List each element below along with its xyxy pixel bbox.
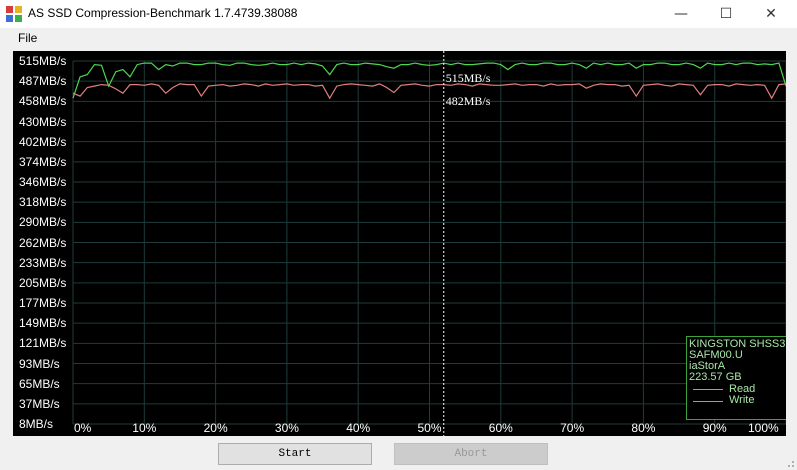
y-tick-label: 487MB/s <box>19 74 67 89</box>
drive-size: 223.57 GB <box>689 371 742 383</box>
title-bar: AS SSD Compression-Benchmark 1.7.4739.38… <box>0 0 797 28</box>
y-tick-label: 149MB/s <box>19 316 67 331</box>
minimize-icon[interactable]: — <box>658 0 704 28</box>
close-icon[interactable]: ✕ <box>748 0 794 28</box>
y-tick-label: 262MB/s <box>19 235 67 250</box>
app-icon <box>6 6 22 22</box>
y-tick-label: 290MB/s <box>19 215 67 230</box>
menu-bar: File <box>0 28 797 50</box>
y-tick-label: 93MB/s <box>19 356 60 371</box>
x-tick-label: 50% <box>417 421 442 435</box>
y-tick-label: 458MB/s <box>19 94 67 109</box>
benchmark-chart: 515MB/s 487MB/s 458MB/s 430MB/s 402MB/s 374MB… <box>13 51 786 436</box>
y-tick-label: 318MB/s <box>19 195 67 210</box>
y-tick-label: 8MB/s <box>19 417 54 431</box>
y-tick-label: 37MB/s <box>19 396 60 411</box>
y-tick-label: 177MB/s <box>19 296 67 310</box>
x-tick-label: 20% <box>203 421 228 435</box>
maximize-icon[interactable]: ☐ <box>703 0 749 28</box>
abort-button[interactable]: Abort <box>394 443 548 465</box>
legend-write-swatch <box>693 401 723 402</box>
legend-read-swatch <box>693 389 723 390</box>
legend-write-label: Write <box>729 394 755 406</box>
start-button[interactable]: Start <box>218 443 372 465</box>
y-tick-label: 65MB/s <box>19 376 60 391</box>
y-tick-label: 346MB/s <box>19 175 67 189</box>
x-tick-label: 10% <box>132 421 157 435</box>
x-tick-label: 80% <box>631 421 656 435</box>
y-tick-label: 430MB/s <box>19 114 67 129</box>
y-tick-label: 121MB/s <box>19 336 67 351</box>
x-tick-label: 0% <box>74 421 92 435</box>
x-tick-label: 40% <box>346 421 371 435</box>
x-tick-label: 90% <box>702 421 727 435</box>
menu-file[interactable]: File <box>18 31 37 45</box>
window-title: AS SSD Compression-Benchmark 1.7.4739.38… <box>28 6 298 20</box>
y-tick-label: 374MB/s <box>19 154 67 169</box>
chart-canvas <box>72 51 786 436</box>
write-cursor-value: 482MB/s <box>445 94 491 108</box>
x-tick-label: 100% <box>748 421 779 435</box>
x-tick-label: 60% <box>488 421 513 435</box>
y-tick-label: 205MB/s <box>19 275 67 290</box>
x-tick-label: 70% <box>560 421 585 435</box>
read-cursor-value: 515MB/s <box>445 71 491 85</box>
drive-info-box: KINGSTON SHSS37A SAFM00.U iaStorA 223.57… <box>686 336 786 420</box>
y-tick-label: 515MB/s <box>19 54 67 68</box>
resize-grip-icon[interactable] <box>785 458 795 468</box>
y-tick-label: 233MB/s <box>19 255 67 270</box>
y-tick-label: 402MB/s <box>19 134 67 149</box>
x-tick-label: 30% <box>274 421 299 435</box>
